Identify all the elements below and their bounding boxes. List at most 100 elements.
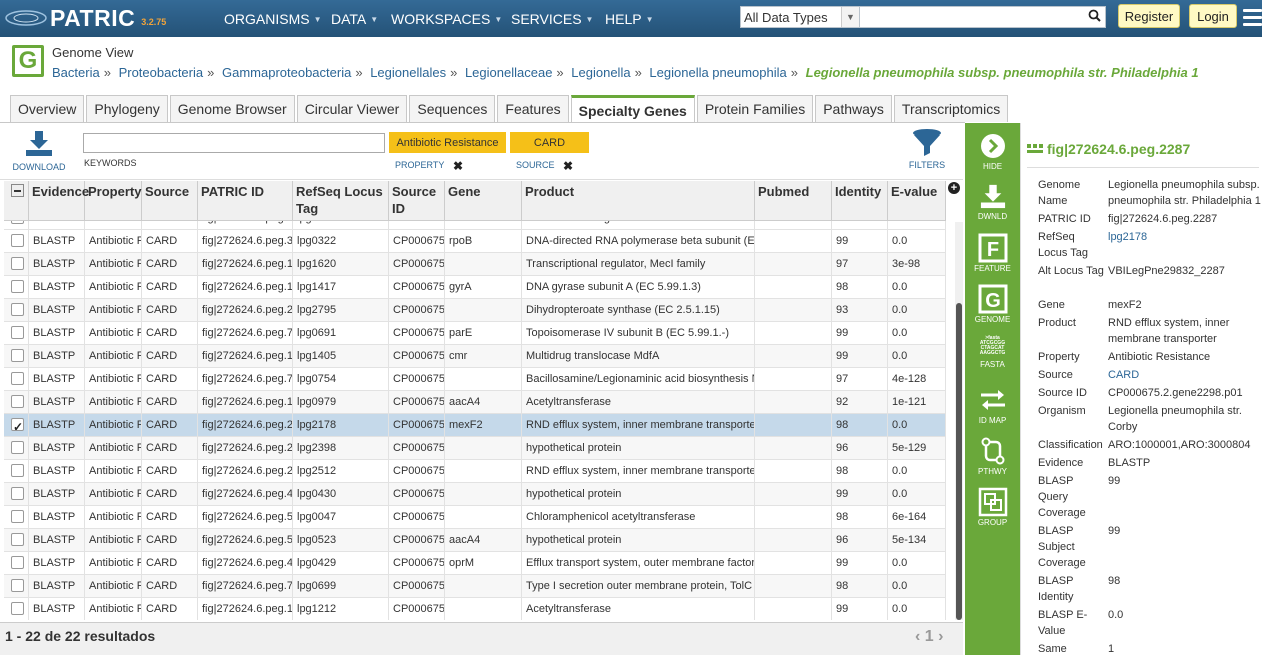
row-select-cell[interactable] (4, 529, 29, 552)
row-select-cell[interactable] (4, 437, 29, 460)
row-select-cell[interactable] (4, 414, 29, 437)
genome-button[interactable]: G GENOME (965, 284, 1020, 324)
row-select-cell[interactable] (4, 253, 29, 276)
row-select-cell[interactable] (4, 460, 29, 483)
column-header[interactable]: Source (142, 181, 198, 221)
prev-page-icon[interactable]: ‹ (915, 628, 920, 645)
detail-field-value[interactable]: lpg2178 (1108, 229, 1261, 245)
remove-x-icon[interactable]: ✖ (563, 159, 573, 173)
table-row[interactable]: BLASTP Antibiotic R CARD fig|272624.6.peg.7… (4, 322, 946, 345)
nav-organisms[interactable]: ORGANISMS ▼ (224, 11, 322, 27)
table-row[interactable]: BLASTP Antibiotic R CARD fig|272624.6.peg.7… (4, 368, 946, 391)
nav-data[interactable]: DATA ▼ (331, 11, 378, 27)
tab-overview[interactable]: Overview (10, 95, 85, 122)
row-select-cell[interactable] (4, 483, 29, 506)
add-column-icon[interactable]: + (948, 182, 960, 194)
breadcrumb-link[interactable]: Proteobacteria (119, 65, 204, 80)
download-button[interactable]: DOWNLOAD (10, 129, 68, 172)
table-row[interactable]: BLASTP Antibiotic R CARD fig|272624.6.peg.4… (4, 483, 946, 506)
hide-button[interactable]: HIDE (965, 133, 1020, 171)
fasta-button[interactable]: >fasta ATCGCGG CTAGCAT AAGGCTG FASTA (965, 336, 1020, 370)
row-select-cell[interactable] (4, 221, 29, 230)
table-row[interactable]: BLASTPAntibiotic RCARDfig|272624.6.peg.2… (4, 414, 946, 437)
register-button[interactable]: Register (1118, 4, 1180, 28)
menu-icon[interactable] (1243, 9, 1262, 30)
row-checkbox[interactable] (11, 257, 24, 270)
tab-genome-browser[interactable]: Genome Browser (169, 95, 295, 122)
row-select-cell[interactable] (4, 598, 29, 620)
column-header[interactable]: PATRIC ID (198, 181, 293, 221)
column-header[interactable]: RefSeq Locus Tag (293, 181, 389, 221)
row-checkbox[interactable] (11, 395, 24, 408)
id-map-button[interactable]: ID MAP (965, 387, 1020, 425)
pathway-button[interactable]: PTHWY (965, 437, 1020, 476)
table-row[interactable]: BLASTP Antibiotic R CARD fig|272624.6.peg.5… (4, 506, 946, 529)
detail-field-value[interactable]: CARD (1108, 367, 1261, 383)
remove-x-icon[interactable]: ✖ (453, 159, 463, 173)
row-select-cell[interactable] (4, 345, 29, 368)
tab-features[interactable]: Features (497, 95, 569, 122)
page-number[interactable]: 1 (925, 628, 934, 645)
row-checkbox[interactable] (11, 280, 24, 293)
table-row[interactable]: BLASTP Antibiotic R CARD fig|272624.6.peg.3… (4, 230, 946, 253)
tab-sequences[interactable]: Sequences (409, 95, 496, 122)
next-page-icon[interactable]: › (938, 628, 943, 645)
row-checkbox[interactable] (11, 416, 24, 437)
row-checkbox[interactable] (11, 533, 24, 546)
data-type-select[interactable]: All Data Types ▼ (740, 6, 860, 28)
nav-workspaces[interactable]: WORKSPACES ▼ (391, 11, 502, 27)
tab-circular-viewer[interactable]: Circular Viewer (296, 95, 408, 122)
login-button[interactable]: Login (1189, 4, 1237, 28)
row-select-cell[interactable] (4, 322, 29, 345)
row-select-cell[interactable] (4, 575, 29, 598)
breadcrumb-link[interactable]: Legionella (571, 65, 630, 80)
column-header[interactable]: Identity (832, 181, 888, 221)
table-row[interactable]: BLASTPAntibiotic RCARDfig|272624.6.peg.2… (4, 437, 946, 460)
filters-button[interactable]: FILTERS (905, 128, 949, 170)
download-action-button[interactable]: DWNLD (965, 183, 1020, 221)
table-row[interactable]: BLASTP Antibiotic R CARD fig|272624.6.peg.7… (4, 575, 946, 598)
row-checkbox[interactable] (11, 372, 24, 385)
row-checkbox[interactable] (11, 510, 24, 523)
row-checkbox[interactable] (11, 234, 24, 247)
breadcrumb-link[interactable]: Legionellaceae (465, 65, 552, 80)
row-select-cell[interactable] (4, 276, 29, 299)
source-filter-chip[interactable]: CARD (510, 132, 589, 153)
breadcrumb-link[interactable]: Gammaproteobacteria (222, 65, 351, 80)
row-checkbox[interactable] (11, 579, 24, 592)
table-row[interactable]: BLASTP Antibiotic R CARD fig|272624.6.peg.1… (4, 391, 946, 414)
tab-protein-families[interactable]: Protein Families (696, 95, 814, 122)
row-checkbox[interactable] (11, 221, 24, 224)
select-all-header[interactable] (4, 181, 29, 221)
column-header[interactable]: Property (85, 181, 142, 221)
row-select-cell[interactable] (4, 368, 29, 391)
column-header[interactable]: Gene (445, 181, 522, 221)
chevron-down-icon[interactable]: ▼ (841, 7, 859, 27)
nav-services[interactable]: SERVICES ▼ (511, 11, 593, 27)
column-header[interactable]: Pubmed (755, 181, 832, 221)
tab-specialty-genes[interactable]: Specialty Genes (570, 95, 695, 123)
row-select-cell[interactable] (4, 299, 29, 322)
breadcrumb-link[interactable]: Legionella pneumophila (649, 65, 786, 80)
keywords-input[interactable] (83, 133, 385, 153)
row-checkbox[interactable] (11, 326, 24, 339)
tab-pathways[interactable]: Pathways (815, 95, 892, 122)
table-row[interactable]: BLASTP Antibiotic R CARD fig|272624.6.peg.1… (4, 276, 946, 299)
row-select-cell[interactable] (4, 230, 29, 253)
row-select-cell[interactable] (4, 552, 29, 575)
patric-logo[interactable]: PATRIC 3.2.75 (4, 4, 166, 32)
row-checkbox[interactable] (11, 441, 24, 454)
nav-help[interactable]: HELP ▼ (605, 11, 654, 27)
table-row[interactable]: BLASTPAntibiotic RCARDfig|272624.6.peg.2… (4, 460, 946, 483)
column-header[interactable]: E-value (888, 181, 946, 221)
column-header[interactable]: Source ID (389, 181, 445, 221)
row-checkbox[interactable] (11, 556, 24, 569)
group-button[interactable]: GROUP (965, 487, 1020, 527)
table-row[interactable]: BLASTP Antibiotic R CARD fig|272624.6.peg.1… (4, 345, 946, 368)
table-row[interactable]: BLASTPAntibiotic RCARDfig|272624.6.peg.2… (4, 299, 946, 322)
row-checkbox[interactable] (11, 602, 24, 615)
table-row-partial[interactable]: BLASTPAntibiotic RCARDfig|272624.6.peg.3… (4, 221, 946, 230)
row-checkbox[interactable] (11, 464, 24, 477)
table-row[interactable]: BLASTP Antibiotic R CARD fig|272624.6.peg.1… (4, 253, 946, 276)
scrollbar-thumb[interactable] (956, 303, 962, 620)
